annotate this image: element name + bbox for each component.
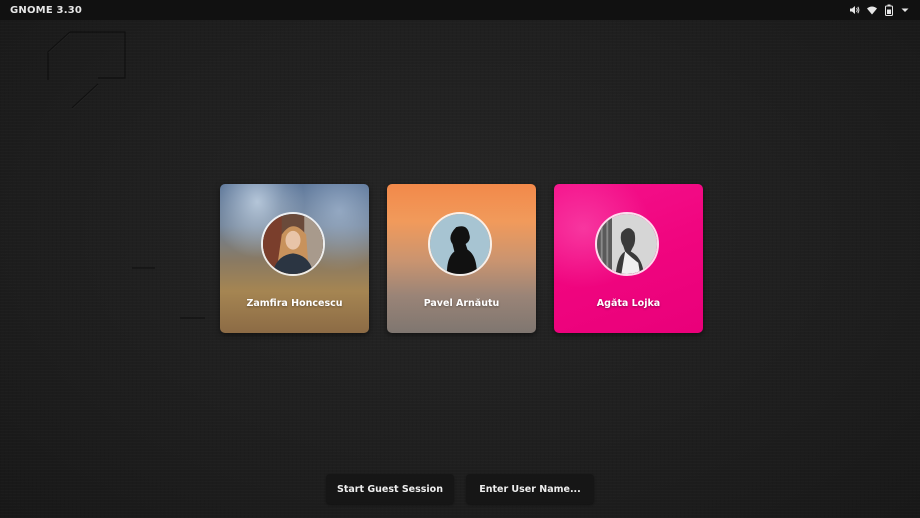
user-name: Pavel Arnăutu [423, 298, 500, 309]
volume-icon [849, 4, 861, 16]
avatar [428, 212, 492, 276]
user-card-agata[interactable]: Agăta Lojka [554, 184, 703, 333]
start-guest-session-button[interactable]: Start Guest Session [326, 474, 454, 504]
login-screen: GNOME 3.30 Zamfira Honcescu Pavel Arnăut… [0, 0, 920, 518]
avatar-photo-woman-icon [263, 214, 323, 274]
topbar-title: GNOME 3.30 [10, 4, 83, 16]
user-list: Zamfira Honcescu Pavel Arnăutu Agăta Loj… [220, 184, 704, 333]
avatar [261, 212, 325, 276]
login-buttons: Start Guest Session Enter User Name... [326, 474, 594, 504]
system-tray[interactable] [849, 4, 912, 16]
user-card-zamfira[interactable]: Zamfira Honcescu [220, 184, 369, 333]
avatar-silhouette-icon [430, 214, 490, 274]
user-name: Zamfira Honcescu [246, 298, 343, 309]
avatar [595, 212, 659, 276]
battery-icon [883, 4, 895, 16]
enter-user-name-button[interactable]: Enter User Name... [466, 474, 594, 504]
user-name: Agăta Lojka [596, 298, 661, 309]
avatar-photo-bw-icon [597, 214, 657, 274]
top-bar: GNOME 3.30 [0, 0, 920, 20]
wifi-icon [866, 4, 878, 16]
user-card-pavel[interactable]: Pavel Arnăutu [387, 184, 536, 333]
chevron-down-icon [900, 4, 912, 16]
